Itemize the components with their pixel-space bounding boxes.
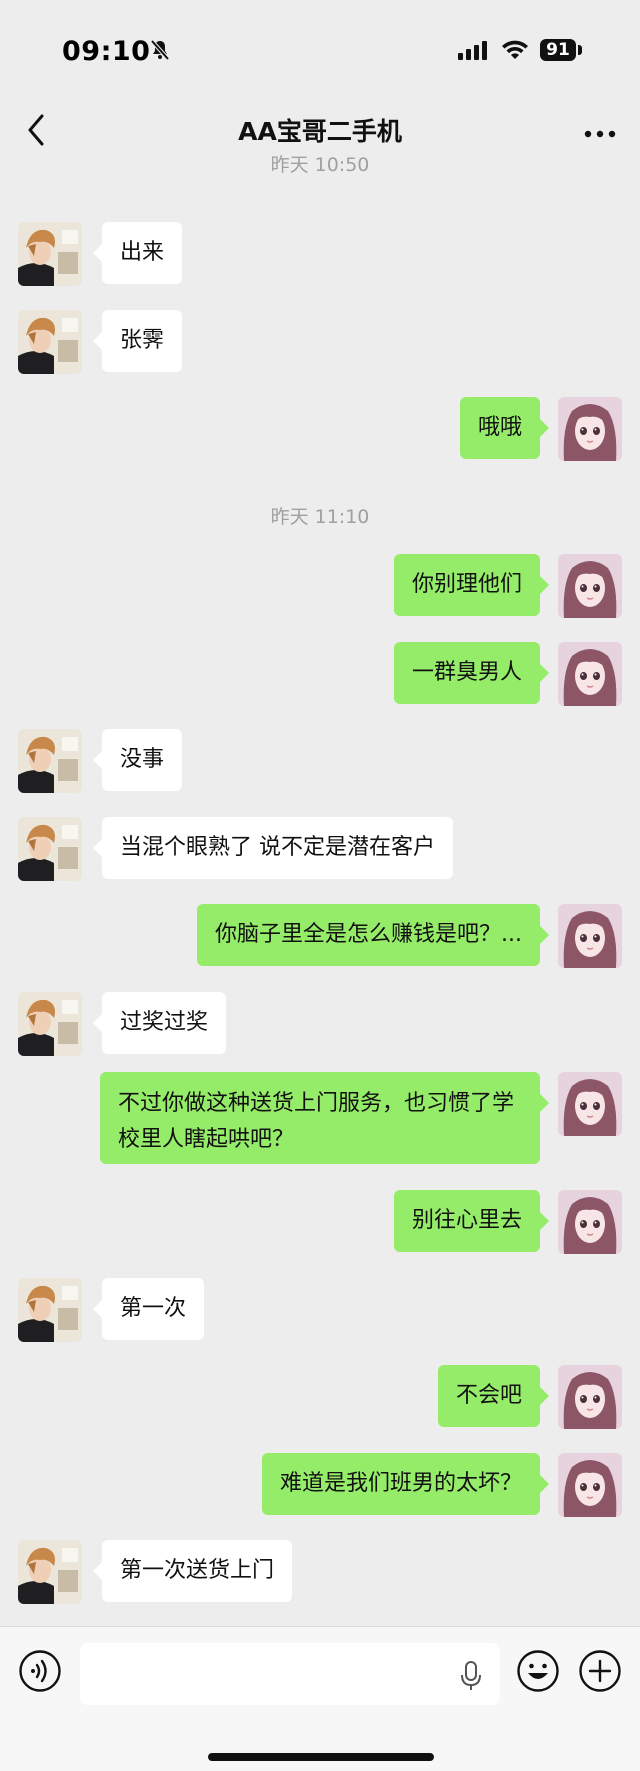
contact-avatar[interactable] xyxy=(18,729,82,793)
message-bubble-received[interactable]: 第一次 xyxy=(92,1278,205,1340)
more-dots-icon[interactable] xyxy=(584,124,616,143)
input-bar xyxy=(0,1626,640,1771)
message-bubble-sent[interactable]: 不过你做这种送货上门服务，也习惯了学校里人瞎起哄吧？ xyxy=(100,1072,549,1164)
message-bubble-sent[interactable]: 一群臭男人 xyxy=(393,642,550,704)
status-time: 09:10 xyxy=(62,36,151,67)
contact-avatar[interactable] xyxy=(18,1278,82,1342)
my-avatar[interactable] xyxy=(558,1365,622,1429)
contact-avatar[interactable] xyxy=(18,1540,82,1604)
my-avatar[interactable] xyxy=(558,1072,622,1136)
message-bubble-sent[interactable]: 难道是我们班男的太坏？ xyxy=(261,1453,550,1515)
my-avatar[interactable] xyxy=(558,1453,622,1517)
wifi-icon xyxy=(500,38,530,64)
voice-icon[interactable] xyxy=(18,1649,62,1697)
signal-icon xyxy=(458,40,490,64)
my-avatar[interactable] xyxy=(558,642,622,706)
mic-icon[interactable] xyxy=(460,1661,482,1695)
plus-icon[interactable] xyxy=(578,1649,622,1697)
message-bubble-received[interactable]: 过奖过奖 xyxy=(92,992,227,1054)
message-bubble-sent[interactable]: 不会吧 xyxy=(437,1365,550,1427)
my-avatar[interactable] xyxy=(558,554,622,618)
bell-muted-icon xyxy=(148,38,172,66)
timestamp: 昨天 11:10 xyxy=(270,506,370,528)
message-bubble-received[interactable]: 出来 xyxy=(92,222,183,284)
timestamp: 昨天 10:50 xyxy=(270,154,370,176)
message-bubble-sent[interactable]: 别往心里去 xyxy=(393,1190,550,1252)
message-bubble-sent[interactable]: 你脑子里全是怎么赚钱是吧？... xyxy=(197,904,549,966)
message-bubble-sent[interactable]: 你别理他们 xyxy=(393,554,550,616)
message-bubble-received[interactable]: 第一次送货上门 xyxy=(92,1540,293,1602)
message-bubble-received[interactable]: 当混个眼熟了 说不定是潜在客户 xyxy=(93,817,453,879)
emoji-icon[interactable] xyxy=(516,1649,560,1697)
home-indicator xyxy=(208,1753,434,1761)
message-input[interactable] xyxy=(80,1643,500,1705)
contact-avatar[interactable] xyxy=(18,310,82,374)
status-bar: 09:10 91 xyxy=(0,0,640,100)
battery-cap xyxy=(578,45,582,55)
my-avatar[interactable] xyxy=(558,397,622,461)
message-bubble-received[interactable]: 没事 xyxy=(92,729,183,791)
contact-avatar[interactable] xyxy=(18,817,82,881)
chat-title: AA宝哥二手机 xyxy=(238,117,402,146)
contact-avatar[interactable] xyxy=(18,992,82,1056)
battery-indicator: 91 xyxy=(540,39,576,61)
message-bubble-sent[interactable]: 哦哦 xyxy=(459,397,550,459)
my-avatar[interactable] xyxy=(558,1190,622,1254)
my-avatar[interactable] xyxy=(558,904,622,968)
message-bubble-received[interactable]: 张霁 xyxy=(92,310,183,372)
contact-avatar[interactable] xyxy=(18,222,82,286)
